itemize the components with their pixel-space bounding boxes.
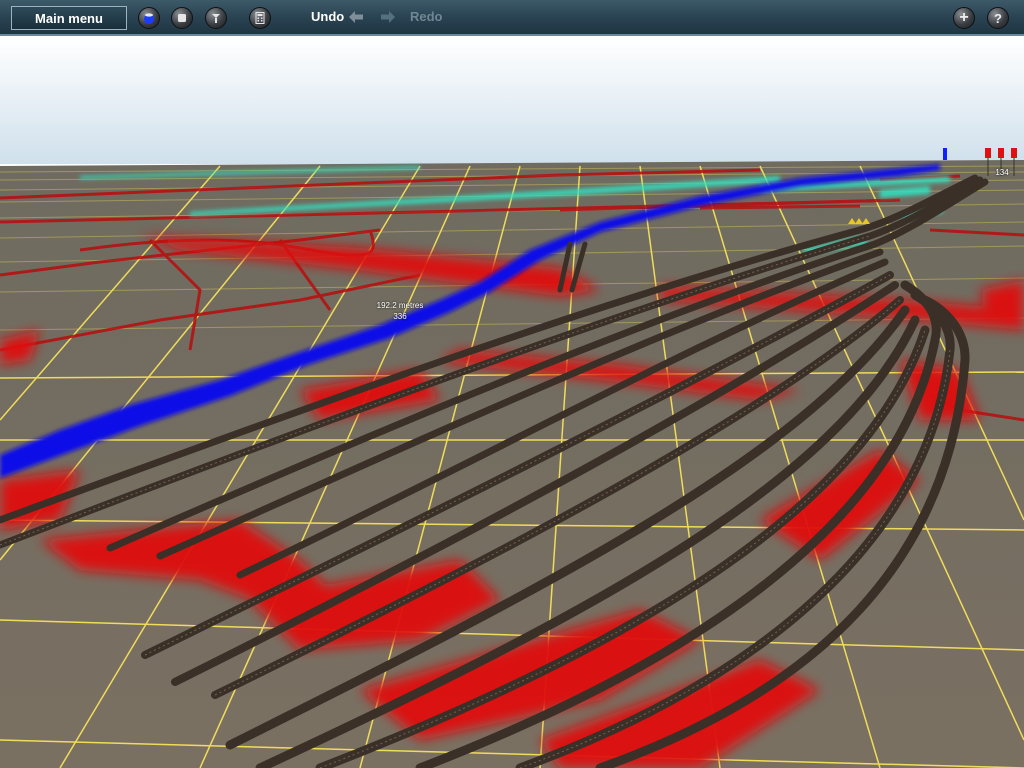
3d-viewport[interactable]: 192.2 metres 336 134 (0, 38, 1024, 768)
measure-distance-label: 192.2 metres (376, 301, 424, 310)
help-query-icon[interactable] (205, 7, 227, 29)
calculator-icon[interactable] (249, 7, 271, 29)
undo-arrow-icon[interactable] (348, 10, 364, 24)
sky (0, 38, 1024, 164)
undo-button[interactable]: Undo (311, 9, 344, 24)
stop-icon[interactable] (171, 7, 193, 29)
red-signal-icon (985, 148, 991, 158)
blue-orb-icon[interactable] (138, 7, 160, 29)
blue-signal-icon (943, 148, 947, 160)
top-toolbar: Main menu Undo Redo + ? (0, 0, 1024, 36)
marker-number-label: 134 (995, 168, 1009, 177)
question-icon[interactable]: ? (987, 7, 1009, 29)
plus-icon[interactable]: + (953, 7, 975, 29)
main-menu-button[interactable]: Main menu (11, 6, 127, 30)
red-signal-icon (1011, 148, 1017, 158)
redo-arrow-icon[interactable] (380, 10, 396, 24)
redo-button[interactable]: Redo (410, 9, 443, 24)
measure-value-label: 336 (393, 312, 407, 321)
red-signal-icon (998, 148, 1004, 158)
terrain-scene[interactable] (0, 38, 1024, 768)
